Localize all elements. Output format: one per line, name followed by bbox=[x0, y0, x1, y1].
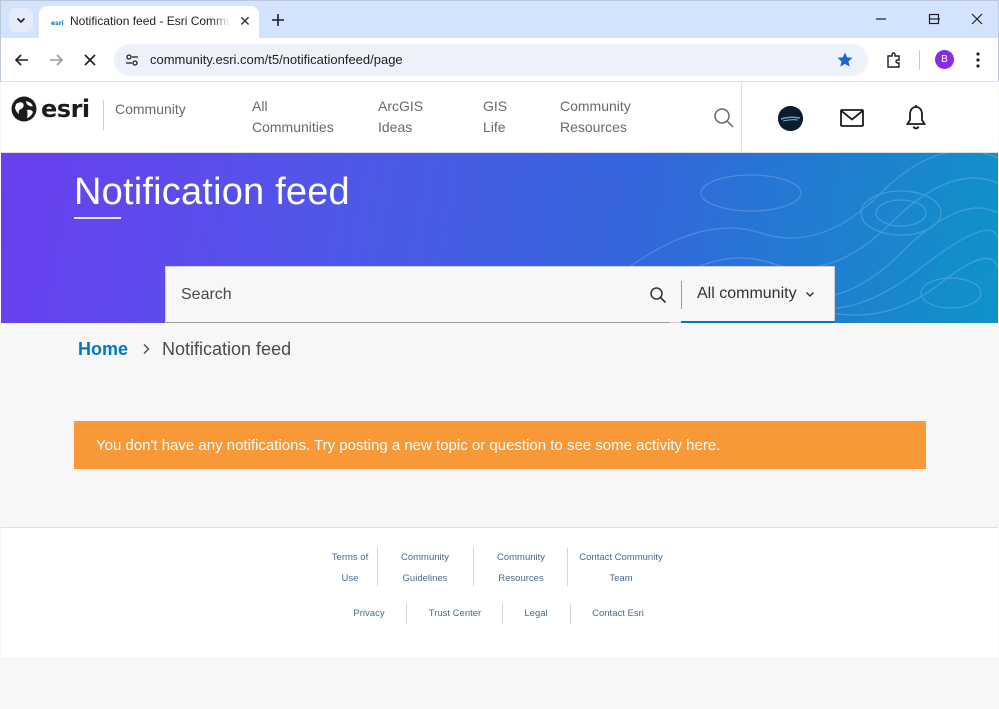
footer-link-legal[interactable]: Legal bbox=[516, 603, 556, 624]
search-input[interactable] bbox=[166, 267, 670, 323]
page-title: Notification feed bbox=[74, 171, 350, 213]
close-icon bbox=[971, 13, 983, 25]
footer-link-line1: Community bbox=[400, 552, 450, 563]
footer-link-guidelines[interactable]: Community Guidelines bbox=[389, 547, 461, 589]
breadcrumb-current: Notification feed bbox=[162, 338, 292, 359]
profile-avatar[interactable]: B bbox=[935, 50, 954, 69]
nav-arcgis-ideas[interactable]: ArcGIS Ideas bbox=[378, 96, 468, 138]
page-bottom-band bbox=[1, 657, 998, 708]
url-text: community.esri.com/t5/notificationfeed/p… bbox=[150, 52, 403, 67]
footer-link-line1: Contact Community bbox=[579, 552, 663, 563]
avatar-image-icon bbox=[778, 106, 803, 131]
more-vertical-icon bbox=[976, 52, 980, 68]
maximize-button[interactable] bbox=[920, 7, 948, 31]
footer-link-trust-center[interactable]: Trust Center bbox=[421, 603, 489, 624]
puzzle-icon bbox=[887, 52, 900, 68]
forward-button[interactable] bbox=[44, 48, 68, 72]
address-bar[interactable]: community.esri.com/t5/notificationfeed/p… bbox=[114, 44, 868, 76]
nav-label-line1: ArcGIS bbox=[378, 98, 424, 114]
new-tab-button[interactable] bbox=[267, 9, 289, 31]
tab-close-icon[interactable]: ✕ bbox=[237, 13, 253, 29]
maximize-icon bbox=[928, 13, 940, 25]
footer-divider bbox=[502, 604, 503, 624]
globe-icon bbox=[11, 96, 37, 122]
search-icon[interactable] bbox=[712, 106, 736, 130]
nav-community-resources[interactable]: Community Resources bbox=[560, 96, 650, 138]
browser-toolbar: community.esri.com/t5/notificationfeed/p… bbox=[0, 38, 999, 82]
tab-search-button[interactable] bbox=[9, 8, 33, 32]
site-info-button[interactable] bbox=[123, 51, 141, 69]
search-scope-label: All community bbox=[697, 285, 797, 302]
footer-divider bbox=[406, 604, 407, 624]
close-icon bbox=[84, 54, 96, 66]
svg-text:esri: esri bbox=[51, 20, 64, 27]
tune-icon bbox=[126, 54, 138, 66]
minimize-button-real[interactable] bbox=[867, 7, 895, 31]
esri-favicon-icon: esri bbox=[50, 18, 64, 27]
minimize-icon bbox=[876, 18, 886, 20]
footer-link-line1: Community bbox=[496, 552, 546, 563]
footer-link-terms[interactable]: Terms of Use bbox=[327, 547, 373, 589]
back-button[interactable] bbox=[10, 48, 34, 72]
browser-menu-button[interactable] bbox=[966, 48, 990, 72]
title-underline bbox=[74, 217, 121, 219]
star-icon[interactable] bbox=[836, 51, 854, 69]
footer-link-line2: Resources bbox=[498, 573, 544, 584]
nav-label-line1: Community bbox=[560, 98, 631, 114]
footer-link-line1: Terms of bbox=[331, 552, 369, 563]
nav-label-line2: Resources bbox=[560, 119, 627, 135]
nav-label-line2: Ideas bbox=[378, 119, 413, 135]
chevron-right-icon bbox=[143, 344, 150, 354]
plus-icon bbox=[272, 14, 284, 26]
site-header: esri Community All Communities ArcGIS Id… bbox=[1, 82, 998, 153]
page-viewport: esri Community All Communities ArcGIS Id… bbox=[1, 82, 998, 708]
nav-label-line1: All bbox=[252, 98, 268, 114]
chevron-down-icon bbox=[16, 17, 26, 24]
footer-link-line2: Team bbox=[609, 573, 633, 584]
footer-link-resources[interactable]: Community Resources bbox=[485, 547, 557, 589]
footer-link-contact-team[interactable]: Contact Community Team bbox=[573, 547, 669, 589]
breadcrumb: Home Notification feed bbox=[78, 337, 291, 361]
stop-loading-button[interactable] bbox=[78, 48, 102, 72]
mail-icon[interactable] bbox=[839, 106, 865, 130]
user-avatar[interactable] bbox=[778, 106, 803, 131]
header-divider bbox=[741, 82, 742, 153]
arrow-right-icon bbox=[50, 54, 64, 66]
toolbar-divider bbox=[919, 50, 920, 70]
bell-icon[interactable] bbox=[904, 104, 928, 132]
footer-divider bbox=[473, 548, 474, 586]
extensions-button[interactable] bbox=[882, 48, 906, 72]
search-scope-select[interactable]: All community bbox=[681, 267, 835, 323]
footer-link-line2: Use bbox=[341, 573, 359, 584]
breadcrumb-home-link[interactable]: Home bbox=[78, 339, 128, 360]
search-icon[interactable] bbox=[649, 286, 667, 304]
browser-tab-active[interactable]: esri Notification feed - Esri Community … bbox=[39, 6, 259, 39]
community-search: All community bbox=[165, 266, 835, 323]
chevron-down-icon bbox=[805, 292, 814, 297]
brand-community-link[interactable]: Community bbox=[115, 101, 186, 117]
logo-text: esri bbox=[41, 95, 90, 123]
footer-divider bbox=[377, 548, 378, 586]
esri-logo[interactable]: esri bbox=[10, 94, 90, 124]
footer-link-privacy[interactable]: Privacy bbox=[347, 603, 391, 624]
footer-link-contact-esri[interactable]: Contact Esri bbox=[585, 603, 651, 624]
browser-tab-strip: esri Notification feed - Esri Community … bbox=[0, 0, 999, 39]
close-window-button[interactable] bbox=[963, 7, 991, 31]
tab-title: Notification feed - Esri Community bbox=[70, 14, 230, 28]
logo-divider bbox=[103, 100, 104, 130]
nav-label-line2: Communities bbox=[252, 119, 334, 135]
footer-divider bbox=[570, 604, 571, 624]
footer-link-line2: Guidelines bbox=[402, 573, 448, 584]
nav-all-communities[interactable]: All Communities bbox=[252, 96, 342, 138]
alert-message: You don't have any notifications. Try po… bbox=[96, 436, 721, 454]
arrow-left-icon bbox=[14, 54, 28, 66]
footer-divider bbox=[567, 548, 568, 586]
empty-notifications-alert: You don't have any notifications. Try po… bbox=[74, 421, 926, 469]
site-footer: Terms of Use Community Guidelines Commun… bbox=[1, 527, 998, 657]
